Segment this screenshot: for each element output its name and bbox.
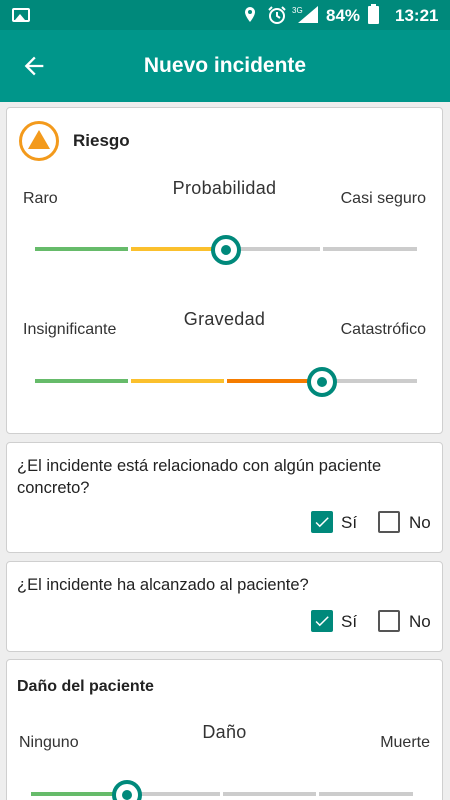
battery-icon	[368, 4, 379, 24]
yes-label: Sí	[341, 513, 358, 532]
patient-damage-label: Daño del paciente	[17, 678, 154, 695]
track-segment-1	[35, 247, 128, 251]
patient-related-question: ¿El incidente está relacionado con algún…	[17, 457, 382, 497]
probability-slider[interactable]	[35, 235, 417, 265]
probability-max-label: Casi seguro	[340, 190, 426, 207]
track-segment-1	[35, 379, 128, 383]
severity-max-label: Catastrófico	[340, 321, 426, 338]
track-segment-2	[131, 379, 224, 383]
track-segment-4	[323, 247, 417, 251]
yes-label: Sí	[341, 612, 358, 631]
patient-reached-no-checkbox[interactable]	[378, 610, 400, 632]
status-bar: 3G 84% 13:21	[0, 0, 450, 30]
track-segment-4	[323, 379, 417, 383]
no-label: No	[409, 612, 431, 631]
no-label: No	[409, 513, 431, 532]
patient-related-no-checkbox[interactable]	[378, 511, 400, 533]
track-segment-3	[223, 792, 316, 796]
image-notification-icon	[12, 8, 30, 22]
patient-damage-card: Daño del paciente Daño Ninguno Muerte	[6, 659, 443, 800]
patient-reached-card: ¿El incidente ha alcanzado al paciente? …	[6, 561, 443, 652]
patient-related-card: ¿El incidente está relacionado con algún…	[6, 442, 443, 553]
battery-percentage: 84%	[326, 6, 361, 25]
severity-min-label: Insignificante	[23, 321, 117, 338]
status-icons: 3G	[245, 6, 318, 24]
clock: 13:21	[395, 6, 439, 25]
alarm-icon	[268, 6, 286, 24]
page-title: Nuevo incidente	[143, 54, 307, 77]
risk-card: Riesgo Probabilidad Raro Casi seguro Gra…	[6, 107, 443, 434]
location-icon	[245, 7, 255, 22]
track-segment-1	[31, 792, 124, 796]
warning-triangle-icon	[19, 121, 59, 161]
risk-label: Riesgo	[73, 131, 130, 150]
slider-thumb[interactable]	[306, 367, 337, 397]
patient-related-yes-checkbox[interactable]	[311, 511, 333, 533]
slider-thumb[interactable]	[111, 780, 142, 800]
patient-reached-question: ¿El incidente ha alcanzado al paciente?	[17, 576, 309, 594]
app-bar: Nuevo incidente	[0, 30, 450, 102]
network-type: 3G	[292, 6, 303, 15]
track-segment-4	[319, 792, 413, 796]
patient-reached-yes-checkbox[interactable]	[311, 610, 333, 632]
damage-min-label: Ninguno	[19, 734, 79, 751]
severity-slider[interactable]	[35, 367, 417, 397]
damage-max-label: Muerte	[380, 734, 430, 751]
slider-thumb[interactable]	[211, 235, 241, 265]
probability-min-label: Raro	[23, 190, 58, 207]
damage-slider[interactable]	[31, 780, 413, 800]
